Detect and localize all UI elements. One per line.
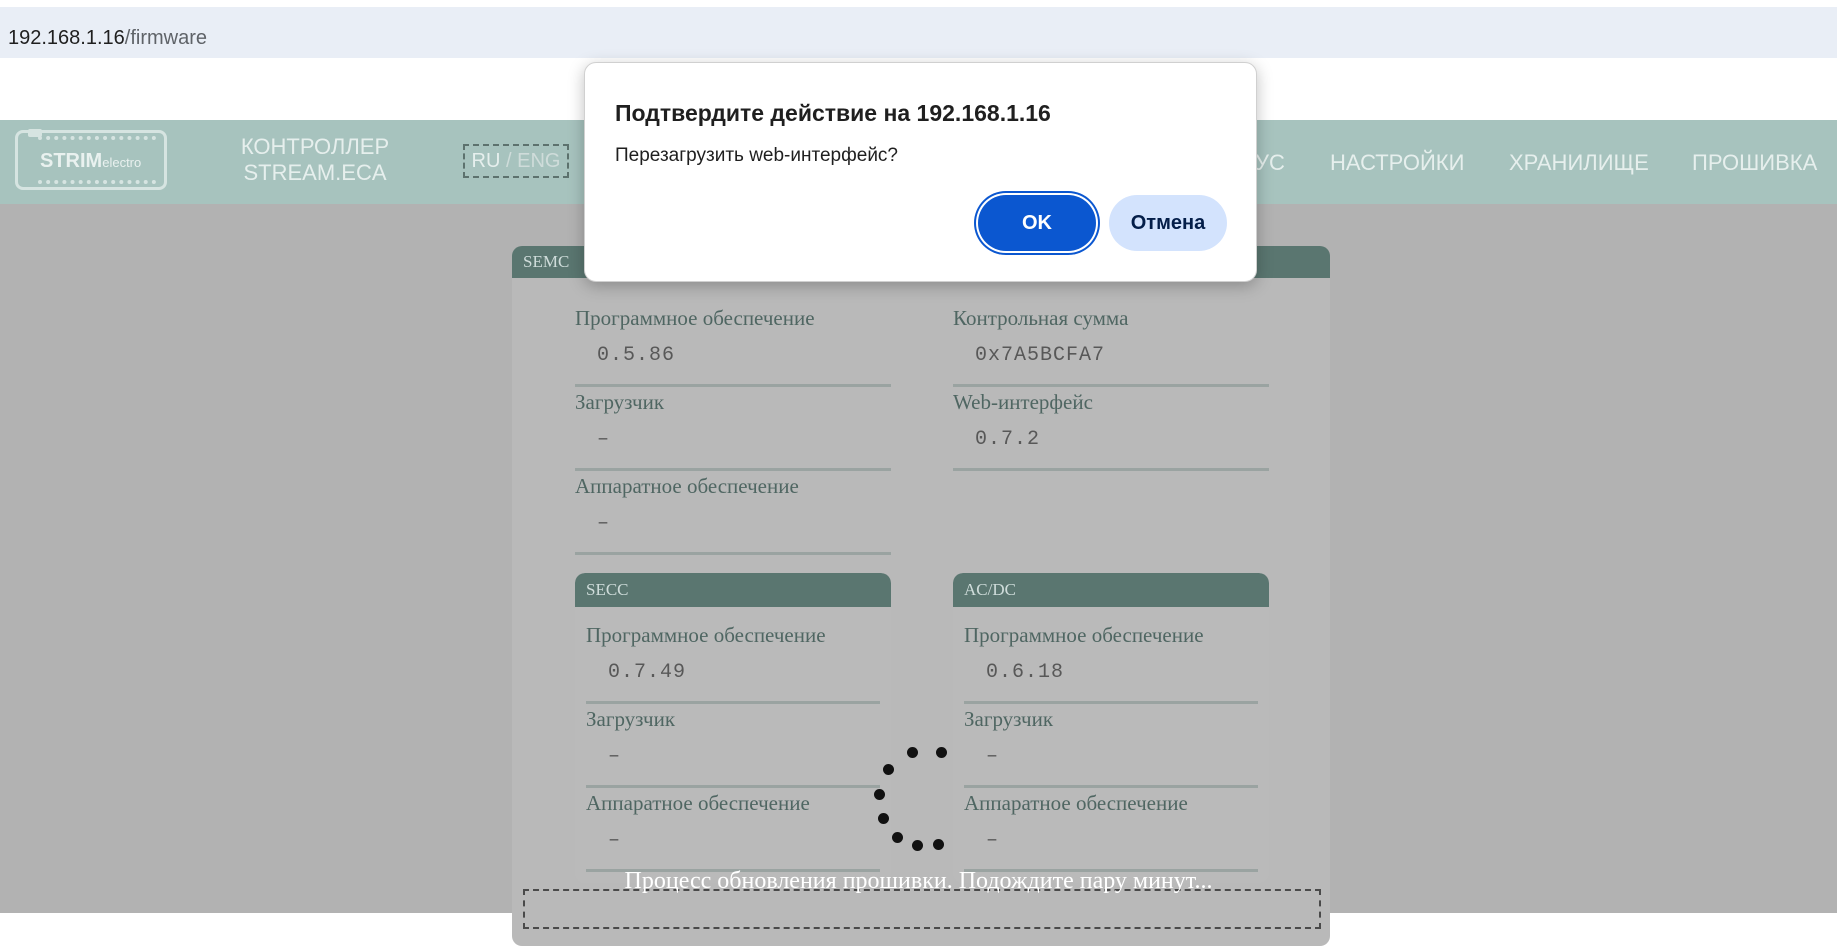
field-label: Программное обеспечение: [575, 306, 815, 330]
secc-hardware-field: Аппаратное обеспечение –: [586, 791, 880, 872]
semc-web-field: Web-интерфейс 0.7.2: [953, 390, 1269, 471]
logo-main-text: STRIM: [40, 150, 103, 172]
acdc-card-title: AC/DC: [953, 573, 1269, 607]
spinner-dot: [878, 813, 889, 824]
secc-bootloader-field: Загрузчик –: [586, 707, 880, 788]
secc-card-title: SECC: [575, 573, 891, 607]
logo-border-dots: [38, 180, 156, 184]
semc-software-field: Программное обеспечение 0.5.86: [575, 306, 891, 387]
dialog-message: Перезагрузить web-интерфейс?: [615, 145, 898, 166]
logo-border-dots: [38, 136, 156, 140]
field-value: –: [986, 745, 1000, 768]
device-name-line1: КОНТРОЛЛЕР: [240, 134, 390, 159]
dialog-title: Подтвердите действие на 192.168.1.16: [615, 100, 1051, 126]
spinner-dot: [912, 840, 923, 851]
acdc-hardware-field: Аппаратное обеспечение –: [964, 791, 1258, 872]
firmware-upload-dropzone: [523, 889, 1321, 929]
field-label: Загрузчик: [575, 390, 665, 414]
semc-checksum-field: Контрольная сумма 0x7A5BCFA7: [953, 306, 1269, 387]
field-value: –: [597, 428, 611, 451]
address-url[interactable]: 192.168.1.16/firmware: [8, 27, 207, 50]
semc-bootloader-field: Загрузчик –: [575, 390, 891, 471]
field-value: –: [608, 829, 622, 852]
spinner-dot: [933, 839, 944, 850]
field-value: 0.7.2: [975, 428, 1041, 451]
field-value: 0x7A5BCFA7: [975, 344, 1106, 367]
field-label: Web-интерфейс: [953, 390, 1093, 414]
acdc-card: AC/DC Программное обеспечение 0.6.18 Заг…: [953, 573, 1269, 883]
logo-sub-text: electro: [102, 155, 142, 170]
field-value: 0.5.86: [597, 344, 676, 367]
field-label: Контрольная сумма: [953, 306, 1129, 330]
loading-spinner-icon: [860, 740, 970, 855]
field-value: –: [597, 512, 611, 535]
field-label: Загрузчик: [964, 707, 1054, 731]
logo-text: STRIMelectro: [40, 150, 141, 173]
confirm-dialog: Подтвердите действие на 192.168.1.16 Пер…: [584, 62, 1257, 282]
field-value: 0.6.18: [986, 661, 1065, 684]
address-bar[interactable]: 192.168.1.16/firmware: [0, 7, 1837, 58]
field-label: Аппаратное обеспечение: [586, 791, 810, 815]
secc-card: SECC Программное обеспечение 0.7.49 Загр…: [575, 573, 891, 883]
acdc-software-field: Программное обеспечение 0.6.18: [964, 623, 1258, 704]
lang-ru[interactable]: RU: [472, 150, 501, 172]
firmware-progress-message: Процесс обновления прошивки. Подождите п…: [624, 868, 1213, 894]
field-value: –: [608, 745, 622, 768]
lang-eng[interactable]: ENG: [517, 150, 560, 172]
language-switch[interactable]: RU / ENG: [463, 144, 569, 178]
field-value: 0.7.49: [608, 661, 687, 684]
brand-logo[interactable]: STRIMelectro: [15, 129, 167, 190]
spinner-dot: [883, 764, 894, 775]
nav-settings[interactable]: НАСТРОЙКИ: [1330, 150, 1464, 176]
nav-status[interactable]: УС: [1255, 150, 1285, 176]
lang-separator: /: [500, 150, 518, 172]
device-name-line2: STREAM.ECA: [243, 160, 387, 185]
spinner-dot: [907, 747, 918, 758]
field-label: Загрузчик: [586, 707, 676, 731]
spinner-dot: [892, 832, 903, 843]
field-label: Аппаратное обеспечение: [575, 474, 799, 498]
spinner-dot: [874, 789, 885, 800]
field-label: Программное обеспечение: [964, 623, 1204, 647]
nav-firmware[interactable]: ПРОШИВКА: [1692, 150, 1817, 176]
device-name: КОНТРОЛЛЕР STREAM.ECA: [235, 134, 395, 186]
field-label: Аппаратное обеспечение: [964, 791, 1188, 815]
nav-storage[interactable]: ХРАНИЛИЩЕ: [1509, 150, 1649, 176]
field-value: –: [986, 829, 1000, 852]
cancel-button[interactable]: Отмена: [1109, 195, 1227, 251]
address-host: 192.168.1.16: [8, 27, 125, 49]
acdc-bootloader-field: Загрузчик –: [964, 707, 1258, 788]
semc-hardware-field: Аппаратное обеспечение –: [575, 474, 891, 555]
address-path: /firmware: [124, 27, 208, 49]
secc-software-field: Программное обеспечение 0.7.49: [586, 623, 880, 704]
field-label: Программное обеспечение: [586, 623, 826, 647]
spinner-dot: [936, 747, 947, 758]
ok-button[interactable]: OK: [978, 195, 1096, 251]
